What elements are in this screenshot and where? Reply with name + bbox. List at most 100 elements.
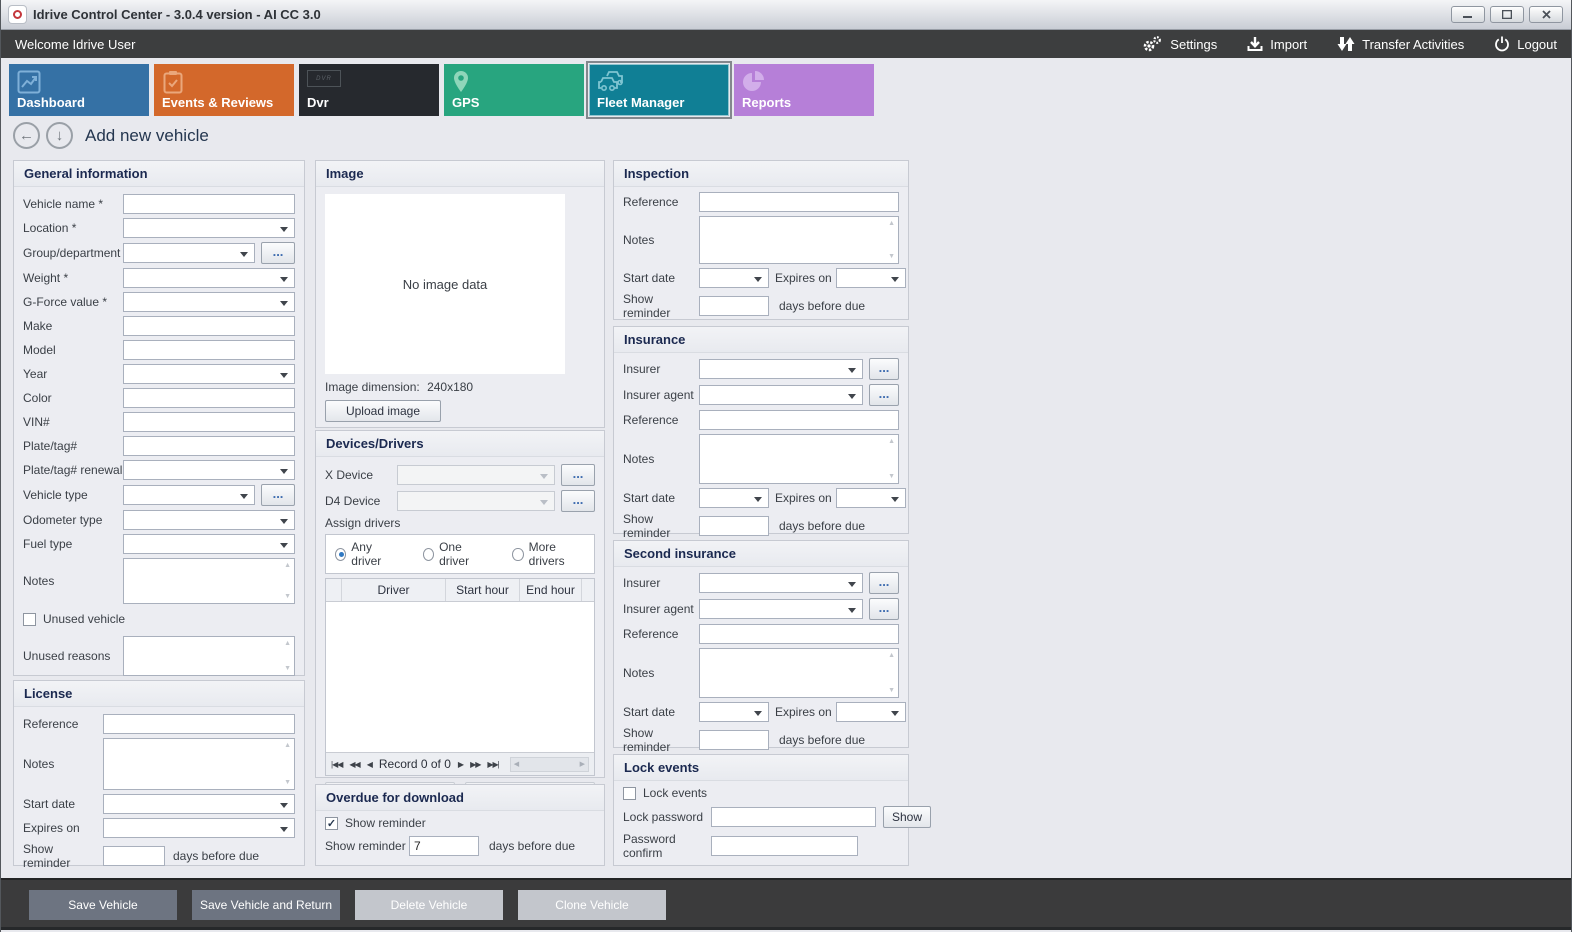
second-insurer-dropdown[interactable] [699, 573, 863, 593]
license-expires-on-dropdown[interactable] [103, 818, 295, 838]
d4-device-dropdown[interactable] [397, 491, 555, 511]
tab-events-reviews[interactable]: Events & Reviews [154, 64, 294, 116]
clone-vehicle-button[interactable]: Clone Vehicle [518, 890, 666, 920]
fuel-type-dropdown[interactable] [123, 534, 295, 554]
second-insurance-notes-textarea[interactable]: ▲▼ [699, 648, 899, 698]
tab-gps[interactable]: GPS [444, 64, 584, 116]
tab-dvr[interactable]: DVR Dvr [299, 64, 439, 116]
settings-button[interactable]: Settings [1141, 35, 1217, 53]
delete-vehicle-button[interactable]: Delete Vehicle [355, 890, 503, 920]
overdue-reminder-input[interactable] [409, 836, 479, 856]
d4-device-browse-button[interactable]: ... [561, 490, 595, 512]
insurer-dropdown[interactable] [699, 359, 863, 379]
inspection-reminder-input[interactable] [699, 296, 769, 316]
second-insurer-browse-button[interactable]: ... [869, 572, 899, 594]
last-record-icon[interactable]: ▶▶| [487, 760, 498, 769]
lock-password-input[interactable] [711, 807, 876, 827]
license-reminder-input[interactable] [103, 846, 165, 866]
location-dropdown[interactable] [123, 218, 295, 238]
upload-image-button[interactable]: Upload image [325, 400, 441, 422]
odometer-type-dropdown[interactable] [123, 510, 295, 530]
unused-reasons-textarea[interactable]: ▲▼ [123, 636, 295, 676]
radio-any-driver[interactable]: Any driver [335, 540, 397, 568]
license-notes-textarea[interactable]: ▲▼ [103, 738, 295, 790]
maximize-button[interactable] [1490, 6, 1524, 23]
save-vehicle-button[interactable]: Save Vehicle [29, 890, 177, 920]
record-status: Record 0 of 0 [379, 757, 451, 771]
lock-events-checkbox[interactable] [623, 787, 636, 800]
second-insurer-agent-dropdown[interactable] [699, 599, 863, 619]
vehicle-type-dropdown[interactable] [123, 485, 255, 505]
group-department-browse-button[interactable]: ... [261, 242, 295, 264]
first-record-icon[interactable]: |◀◀ [331, 760, 342, 769]
scroll-up-icon: ▲ [888, 652, 895, 659]
insurance-notes-textarea[interactable]: ▲▼ [699, 434, 899, 484]
group-department-dropdown[interactable] [123, 243, 255, 263]
insurer-agent-browse-button[interactable]: ... [869, 384, 899, 406]
insurance-reminder-input[interactable] [699, 516, 769, 536]
tab-dashboard[interactable]: Dashboard [9, 64, 149, 116]
tab-fleet-manager[interactable]: Fleet Manager [589, 64, 729, 116]
save-vehicle-and-return-button[interactable]: Save Vehicle and Return [192, 890, 340, 920]
radio-one-driver[interactable]: One driver [423, 540, 487, 568]
inspection-expires-on-dropdown[interactable] [836, 268, 906, 288]
arrow-down-icon: ↓ [56, 127, 64, 144]
logout-button[interactable]: Logout [1494, 36, 1557, 52]
general-information-panel: General information Vehicle name * Locat… [13, 160, 305, 676]
panel-title: Insurance [614, 327, 908, 353]
show-password-button[interactable]: Show [883, 806, 931, 828]
horizontal-scrollbar[interactable]: ◀▶ [510, 757, 589, 772]
second-insurance-reminder-input[interactable] [699, 730, 769, 750]
scroll-right-icon: ▶ [580, 760, 585, 768]
plate-tag-renewal-dropdown[interactable] [123, 460, 295, 480]
prev-page-icon[interactable]: ◀◀ [349, 760, 359, 769]
prev-record-icon[interactable]: ◀ [367, 760, 372, 769]
gforce-value-dropdown[interactable] [123, 292, 295, 312]
record-navigator: |◀◀ ◀◀ ◀ Record 0 of 0 ▶ ▶▶ ▶▶| ◀▶ [326, 752, 594, 775]
insurer-agent-dropdown[interactable] [699, 385, 863, 405]
plate-tag-input[interactable] [123, 436, 295, 456]
general-notes-textarea[interactable]: ▲▼ [123, 558, 295, 604]
image-panel: Image No image data Image dimension: 240… [315, 160, 605, 428]
import-button[interactable]: Import [1247, 36, 1307, 52]
next-page-icon[interactable]: ▶▶ [470, 760, 480, 769]
second-insurance-reference-input[interactable] [699, 624, 899, 644]
inspection-notes-textarea[interactable]: ▲▼ [699, 216, 899, 264]
inspection-reference-input[interactable] [699, 192, 899, 212]
x-device-browse-button[interactable]: ... [561, 464, 595, 486]
insurance-reference-input[interactable] [699, 410, 899, 430]
minimize-button[interactable] [1451, 6, 1485, 23]
collapse-button[interactable]: ↓ [46, 122, 73, 149]
next-record-icon[interactable]: ▶ [458, 760, 463, 769]
close-button[interactable] [1529, 6, 1563, 23]
second-insurer-agent-browse-button[interactable]: ... [869, 598, 899, 620]
password-confirm-input[interactable] [711, 836, 858, 856]
license-start-date-dropdown[interactable] [103, 794, 295, 814]
vin-input[interactable] [123, 412, 295, 432]
tab-reports[interactable]: Reports [734, 64, 874, 116]
second-insurance-start-date-dropdown[interactable] [699, 702, 769, 722]
vehicle-type-browse-button[interactable]: ... [261, 484, 295, 506]
back-button[interactable]: ← [13, 122, 40, 149]
year-dropdown[interactable] [123, 364, 295, 384]
show-reminder-checkbox[interactable]: ✓ [325, 817, 338, 830]
model-input[interactable] [123, 340, 295, 360]
window-title: Idrive Control Center - 3.0.4 version - … [33, 7, 321, 22]
second-insurance-expires-on-dropdown[interactable] [836, 702, 906, 722]
radio-more-drivers[interactable]: More drivers [512, 540, 585, 568]
weight-dropdown[interactable] [123, 268, 295, 288]
x-device-dropdown[interactable] [397, 465, 555, 485]
gears-icon [1141, 35, 1163, 53]
insurer-browse-button[interactable]: ... [869, 358, 899, 380]
scroll-left-icon: ◀ [514, 760, 519, 768]
insurance-expires-on-dropdown[interactable] [836, 488, 906, 508]
make-input[interactable] [123, 316, 295, 336]
inspection-start-date-dropdown[interactable] [699, 268, 769, 288]
color-input[interactable] [123, 388, 295, 408]
unused-vehicle-checkbox[interactable] [23, 613, 36, 626]
insurance-start-date-dropdown[interactable] [699, 488, 769, 508]
license-reference-input[interactable] [103, 714, 295, 734]
radio-icon [512, 548, 523, 561]
transfer-activities-button[interactable]: Transfer Activities [1337, 36, 1464, 52]
vehicle-name-input[interactable] [123, 194, 295, 214]
